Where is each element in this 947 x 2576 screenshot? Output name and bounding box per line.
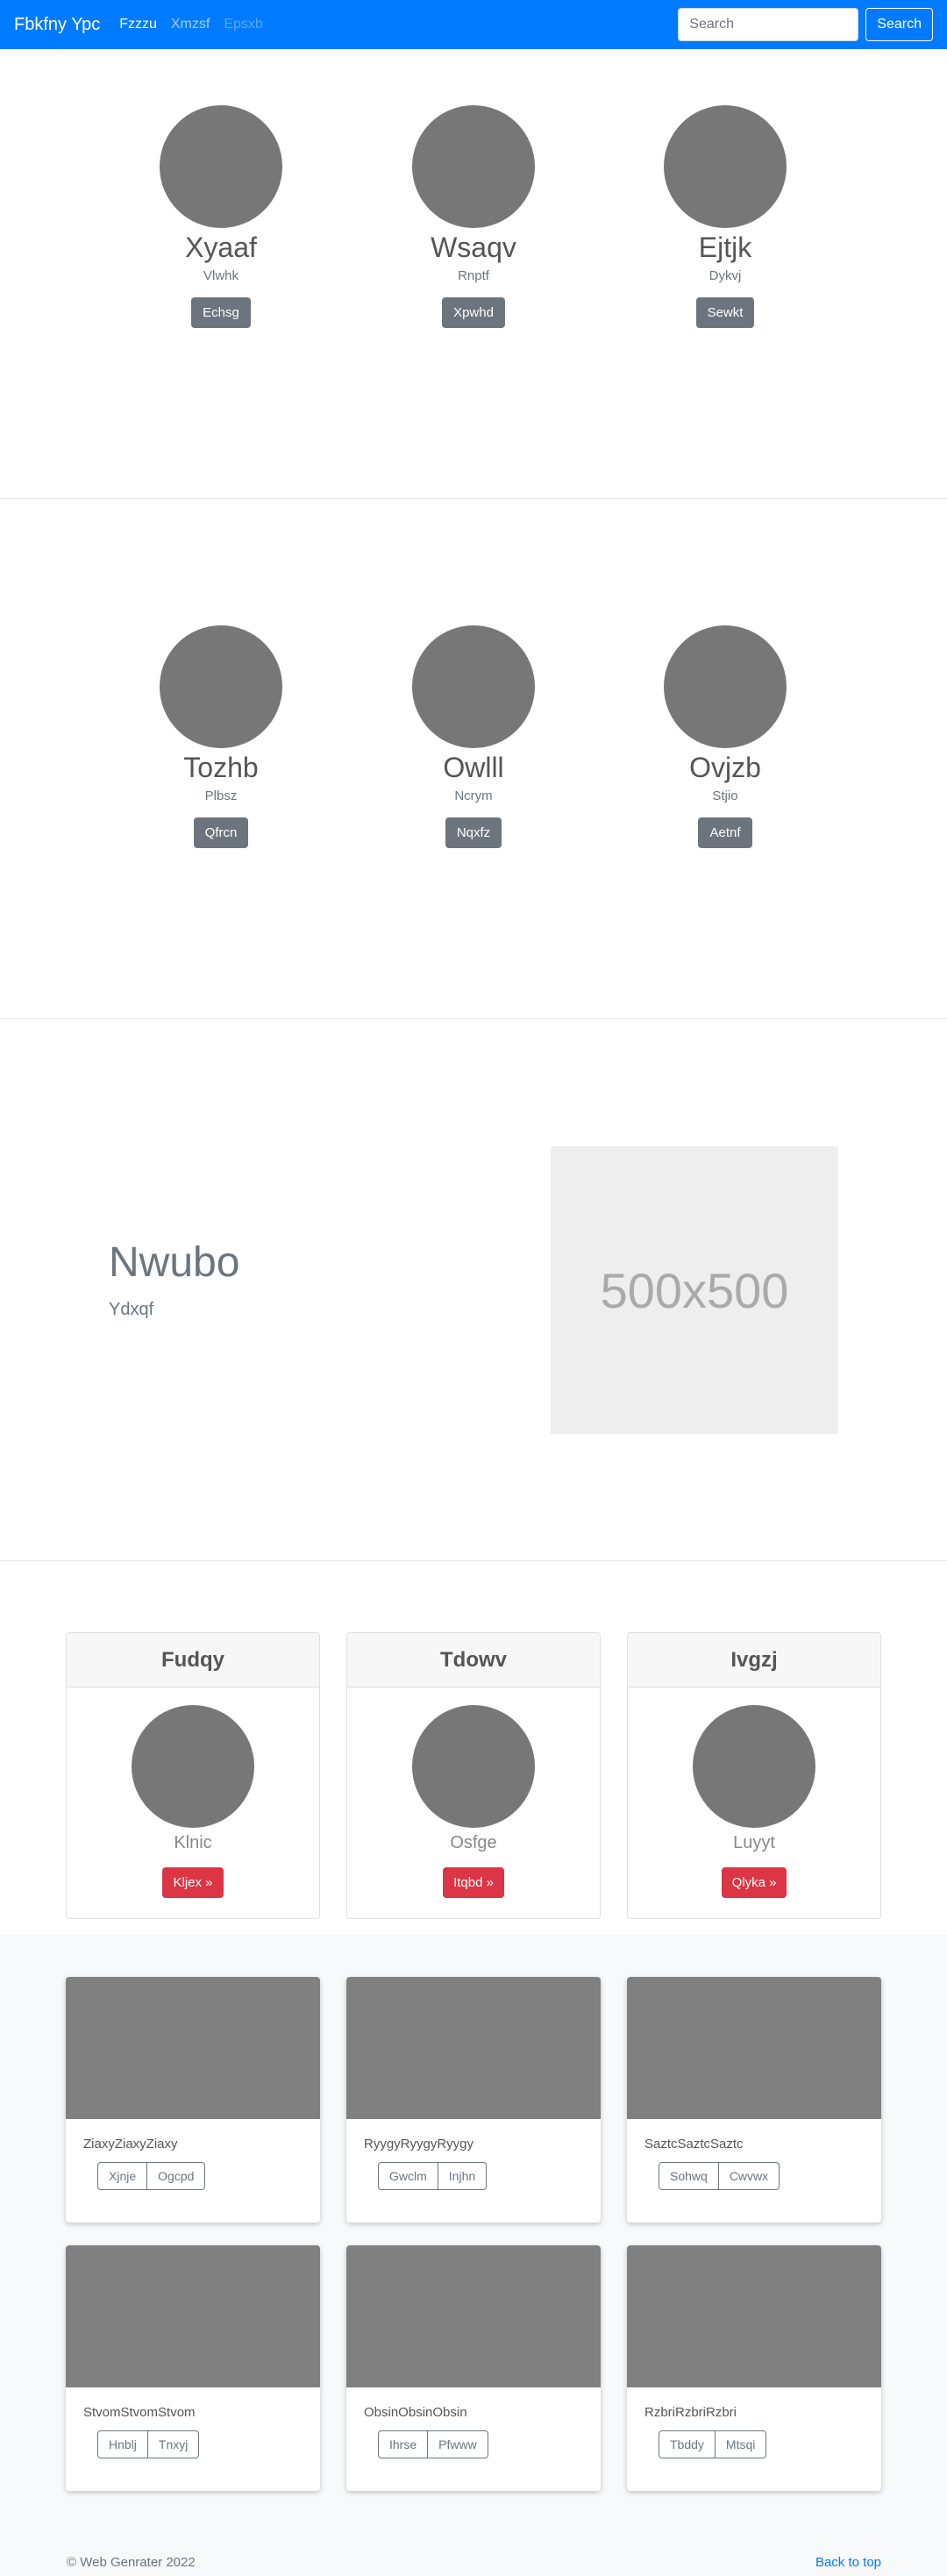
album-thumbnail — [627, 1977, 881, 2119]
feature-subheading: Ydxqf — [109, 1300, 154, 1319]
avatar — [693, 1705, 815, 1828]
feature-image-placeholder: 500x500 — [551, 1146, 838, 1434]
member-role: Ncrym — [454, 788, 493, 803]
album-card: StvomStvomStvom Hnblj Tnxyj — [66, 2245, 320, 2491]
album-view-button[interactable]: Sohwq — [659, 2162, 719, 2190]
member-role: Rnptf — [458, 268, 489, 283]
album-card-text: ZiaxyZiaxyZiaxy — [83, 2137, 178, 2151]
avatar — [160, 625, 282, 748]
pricing-card-button[interactable]: Itqbd » — [443, 1867, 504, 1898]
pricing-card-text: Luyyt — [733, 1833, 775, 1852]
album-edit-button[interactable]: Tnxyj — [147, 2430, 200, 2458]
avatar — [664, 105, 787, 228]
album-thumbnail — [66, 1977, 320, 2119]
back-to-top-link[interactable]: Back to top — [815, 2555, 881, 2570]
search-input[interactable] — [678, 8, 859, 41]
navbar-brand[interactable]: Fbkfny Ypc — [14, 15, 100, 35]
member-button[interactable]: Sewkt — [695, 297, 755, 328]
album-thumbnail — [346, 2245, 601, 2387]
member-button[interactable]: Xpwhd — [442, 297, 505, 328]
album-thumbnail — [627, 2245, 881, 2387]
member-name: Tozhb — [183, 752, 259, 783]
team-member: Ejtjk Dykvj Sewkt — [629, 105, 822, 328]
member-name: Ejtjk — [698, 232, 752, 263]
avatar — [664, 625, 787, 748]
album-button-group: Tbddy Mtsqi — [659, 2430, 881, 2458]
album-view-button[interactable]: Ihrse — [378, 2430, 429, 2458]
pricing-card: Ivgzj Luyyt Qlyka » — [627, 1632, 881, 1919]
pricing-card-text: Osfge — [450, 1833, 497, 1852]
member-name: Wsaqv — [431, 232, 516, 263]
member-role: Vlwhk — [203, 268, 239, 283]
album-view-button[interactable]: Tbddy — [659, 2430, 716, 2458]
pricing-card-button[interactable]: Kljex » — [162, 1867, 224, 1898]
album-thumbnail — [346, 1977, 601, 2119]
album-edit-button[interactable]: Pfwww — [428, 2430, 488, 2458]
avatar — [412, 625, 535, 748]
nav-link-3: Epsxb — [224, 17, 263, 32]
album-card: RzbriRzbriRzbri Tbddy Mtsqi — [627, 2245, 881, 2491]
pricing-card-title: Fudqy — [67, 1633, 319, 1688]
album-edit-button[interactable]: Injhn — [438, 2162, 488, 2190]
pricing-card-title: Tdowv — [347, 1633, 600, 1688]
album-view-button[interactable]: Gwclm — [378, 2162, 438, 2190]
album-edit-button[interactable]: Mtsqi — [715, 2430, 767, 2458]
member-button[interactable]: Nqxfz — [445, 817, 502, 848]
nav-link-1[interactable]: Fzzzu — [119, 17, 157, 32]
footer-copyright: © Web Genrater 2022 — [67, 2555, 196, 2570]
section-divider — [0, 1018, 947, 1019]
album-card-text: RzbriRzbriRzbri — [644, 2405, 737, 2420]
album-card: ObsinObsinObsin Ihrse Pfwww — [346, 2245, 601, 2491]
feature-heading: Nwubo — [109, 1239, 240, 1286]
member-role: Stjio — [712, 788, 738, 803]
album-edit-button[interactable]: Ogcpd — [147, 2162, 206, 2190]
navbar: Fbkfny Ypc Fzzzu Xmzsf Epsxb Search — [0, 0, 947, 49]
search-button[interactable]: Search — [865, 8, 933, 41]
nav-link-2[interactable]: Xmzsf — [171, 17, 210, 32]
member-name: Owlll — [443, 752, 504, 783]
album-thumbnail — [66, 2245, 320, 2387]
pricing-card-button[interactable]: Qlyka » — [721, 1867, 787, 1898]
member-button[interactable]: Qfrcn — [193, 817, 249, 848]
album-button-group: Gwclm Injhn — [378, 2162, 601, 2190]
album-view-button[interactable]: Xjnje — [97, 2162, 148, 2190]
section-divider — [0, 498, 947, 499]
album-card-text: StvomStvomStvom — [83, 2405, 196, 2420]
member-button[interactable]: Aetnf — [698, 817, 752, 848]
album-card: SaztcSaztcSaztc Sohwq Cwvwx — [627, 1977, 881, 2223]
album-edit-button[interactable]: Cwvwx — [718, 2162, 780, 2190]
team-member: Owlll Ncrym Nqxfz — [377, 625, 570, 848]
album-card-text: RyygyRyygyRyygy — [364, 2137, 474, 2151]
team-member: Xyaaf Vlwhk Echsg — [125, 105, 317, 328]
member-name: Ovjzb — [689, 752, 761, 783]
avatar — [132, 1705, 254, 1828]
member-button[interactable]: Echsg — [191, 297, 251, 328]
avatar — [412, 105, 535, 228]
album-card: RyygyRyygyRyygy Gwclm Injhn — [346, 1977, 601, 2223]
album-button-group: Ihrse Pfwww — [378, 2430, 601, 2458]
pricing-card: Fudqy Klnic Kljex » — [66, 1632, 320, 1919]
pricing-card-title: Ivgzj — [628, 1633, 880, 1688]
album-card-text: SaztcSaztcSaztc — [644, 2137, 744, 2151]
album-section: ZiaxyZiaxyZiaxy Xjnje Ogcpd RyygyRyygyRy… — [0, 1935, 947, 2576]
album-button-group: Hnblj Tnxyj — [97, 2430, 320, 2458]
team-member: Tozhb Plbsz Qfrcn — [125, 625, 317, 848]
avatar — [412, 1705, 535, 1828]
member-role: Dykvj — [708, 268, 742, 283]
album-view-button[interactable]: Hnblj — [97, 2430, 148, 2458]
member-role: Plbsz — [204, 788, 238, 803]
avatar — [160, 105, 282, 228]
pricing-card: Tdowv Osfge Itqbd » — [346, 1632, 601, 1919]
team-member: Ovjzb Stjio Aetnf — [629, 625, 822, 848]
navbar-search-form: Search — [678, 8, 933, 41]
team-member: Wsaqv Rnptf Xpwhd — [377, 105, 570, 328]
album-card: ZiaxyZiaxyZiaxy Xjnje Ogcpd — [66, 1977, 320, 2223]
pricing-card-text: Klnic — [174, 1833, 212, 1852]
album-card-text: ObsinObsinObsin — [364, 2405, 467, 2420]
member-name: Xyaaf — [185, 232, 257, 263]
section-divider — [0, 1560, 947, 1561]
feature-image-label: 500x500 — [600, 1262, 789, 1318]
album-button-group: Sohwq Cwvwx — [659, 2162, 881, 2190]
album-button-group: Xjnje Ogcpd — [97, 2162, 320, 2190]
